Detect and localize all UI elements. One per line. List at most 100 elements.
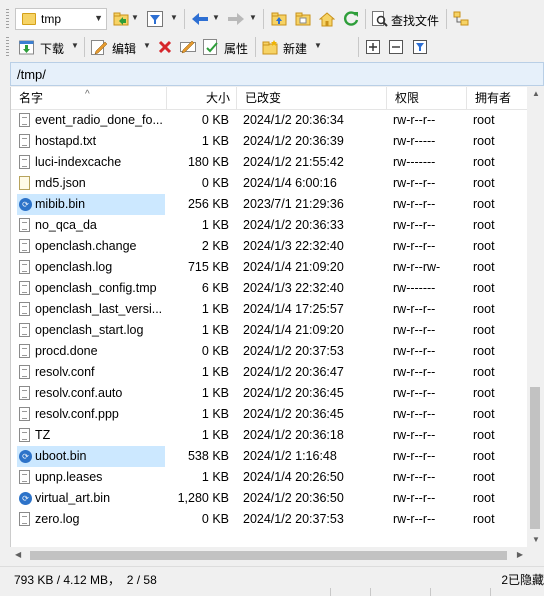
horizontal-scrollbar[interactable]: ◀ ▶ — [10, 547, 527, 564]
column-header-size[interactable]: 大小 — [167, 87, 237, 110]
file-size: 538 KB — [187, 449, 229, 463]
chevron-down-icon[interactable]: ▼ — [143, 41, 151, 50]
file-owner: root — [473, 365, 495, 379]
vertical-scrollbar[interactable]: ▲ ▼ — [527, 87, 544, 547]
scroll-up-icon[interactable]: ▲ — [532, 89, 540, 98]
file-permissions: rw-r--r-- — [393, 239, 436, 253]
rename-icon[interactable] — [179, 38, 197, 56]
file-name: no_qca_da — [17, 215, 165, 236]
column-header-modified[interactable]: 已改变 — [237, 87, 387, 110]
file-row[interactable]: no_qca_da 1 KB 2024/1/2 20:36:33 rw-r--r-- r… — [11, 215, 528, 236]
chevron-down-icon[interactable]: ▼ — [212, 13, 220, 22]
text-file-icon — [19, 113, 30, 127]
edit-button[interactable]: 编辑 — [112, 40, 136, 57]
refresh-icon[interactable] — [342, 10, 360, 28]
file-size: 715 KB — [187, 260, 229, 274]
select-minus-icon[interactable] — [387, 38, 405, 56]
file-name: event_radio_done_fo... — [17, 110, 165, 131]
text-file-icon — [19, 239, 30, 253]
current-path: /tmp/ — [17, 67, 46, 82]
properties-button[interactable]: 属性 — [224, 40, 248, 57]
file-name: openclash_start.log — [17, 320, 165, 341]
file-permissions: rw-r--r-- — [393, 218, 436, 232]
file-row[interactable]: TZ 1 KB 2024/1/2 20:36:18 rw-r--r-- root — [11, 425, 528, 446]
find-files-icon[interactable] — [371, 10, 389, 28]
new-folder-icon[interactable] — [261, 38, 279, 56]
file-row[interactable]: ⟳ uboot.bin 538 KB 2024/1/2 1:16:48 rw-r--r-… — [11, 446, 528, 467]
file-modified: 2024/1/2 20:36:34 — [243, 113, 344, 127]
file-owner: root — [473, 260, 495, 274]
file-name: ⟳ virtual_art.bin — [17, 488, 165, 509]
toolbar-grip[interactable] — [6, 9, 9, 29]
column-header-permissions[interactable]: 权限 — [387, 87, 467, 110]
file-permissions: rw-r--r-- — [393, 449, 436, 463]
file-row[interactable]: md5.json 0 KB 2024/1/4 6:00:16 rw-r--r-- roo… — [11, 173, 528, 194]
download-icon[interactable] — [18, 38, 36, 56]
file-row[interactable]: resolv.conf 1 KB 2024/1/2 20:36:47 rw-r--r-… — [11, 362, 528, 383]
file-row[interactable]: procd.done 0 KB 2024/1/2 20:37:53 rw-r--r--… — [11, 341, 528, 362]
file-row[interactable]: openclash_last_versi... 1 KB 2024/1/4 17:2… — [11, 299, 528, 320]
file-row[interactable]: upnp.leases 1 KB 2024/1/4 20:26:50 rw-r--r-… — [11, 467, 528, 488]
file-row[interactable]: resolv.conf.ppp 1 KB 2024/1/2 20:36:45 rw-r… — [11, 404, 528, 425]
delete-icon[interactable] — [156, 38, 174, 56]
select-filter-icon[interactable] — [411, 38, 429, 56]
find-files-button[interactable]: 查找文件 — [391, 12, 439, 29]
bottom-status-strip — [0, 588, 544, 596]
file-row[interactable]: openclash.change 2 KB 2024/1/3 22:32:40 rw-… — [11, 236, 528, 257]
scroll-down-icon[interactable]: ▼ — [532, 535, 540, 544]
filter-icon[interactable] — [146, 10, 164, 28]
properties-icon[interactable] — [202, 38, 220, 56]
file-owner: root — [473, 197, 495, 211]
chevron-down-icon[interactable]: ▼ — [314, 41, 322, 50]
file-row[interactable]: luci-indexcache 180 KB 2024/1/2 21:55:42 rw… — [11, 152, 528, 173]
parent-folder-icon[interactable] — [270, 10, 288, 28]
select-plus-icon[interactable] — [364, 38, 382, 56]
file-row[interactable]: openclash_config.tmp 6 KB 2024/1/3 22:32:4… — [11, 278, 528, 299]
download-button[interactable]: 下载 — [40, 40, 64, 57]
chevron-down-icon[interactable]: ▼ — [131, 13, 139, 22]
file-modified: 2024/1/2 20:36:47 — [243, 365, 344, 379]
file-modified: 2024/1/2 1:16:48 — [243, 449, 337, 463]
back-arrow-icon[interactable] — [191, 10, 209, 28]
vertical-scroll-thumb[interactable] — [530, 387, 540, 529]
column-header-owner[interactable]: 拥有者 — [467, 87, 528, 110]
root-folder-icon[interactable] — [294, 10, 312, 28]
file-row[interactable]: ⟳ virtual_art.bin 1,280 KB 2024/1/2 20:36:5… — [11, 488, 528, 509]
open-folder-icon[interactable] — [112, 10, 130, 28]
file-permissions: rw-r--r-- — [393, 113, 436, 127]
file-row[interactable]: event_radio_done_fo... 0 KB 2024/1/2 20:36… — [11, 110, 528, 131]
file-modified: 2024/1/3 22:32:40 — [243, 239, 344, 253]
new-button[interactable]: 新建 — [283, 40, 307, 57]
horizontal-scroll-thumb[interactable] — [30, 551, 507, 560]
current-path-bar[interactable]: /tmp/ — [10, 62, 544, 86]
file-permissions: rw-r--rw- — [393, 260, 441, 274]
home-icon[interactable] — [318, 10, 336, 28]
file-size: 1,280 KB — [177, 491, 229, 505]
scroll-right-icon[interactable]: ▶ — [517, 550, 523, 559]
forward-arrow-icon[interactable] — [227, 10, 245, 28]
file-row[interactable]: openclash_start.log 1 KB 2024/1/4 21:09:20… — [11, 320, 528, 341]
scroll-left-icon[interactable]: ◀ — [15, 550, 21, 559]
toolbar-grip[interactable] — [6, 37, 9, 57]
column-header-name[interactable]: ^ 名字 — [11, 87, 167, 110]
file-row[interactable]: hostapd.txt 1 KB 2024/1/2 20:36:39 rw-r----… — [11, 131, 528, 152]
file-owner: root — [473, 218, 495, 232]
chevron-down-icon[interactable]: ▼ — [71, 41, 79, 50]
file-owner: root — [473, 323, 495, 337]
file-row[interactable]: openclash.log 715 KB 2024/1/4 21:09:20 rw-r… — [11, 257, 528, 278]
file-row[interactable]: ⟳ mibib.bin 256 KB 2023/7/1 21:29:36 rw-r--r… — [11, 194, 528, 215]
file-owner: root — [473, 113, 495, 127]
file-owner: root — [473, 239, 495, 253]
chevron-down-icon[interactable]: ▼ — [94, 13, 103, 23]
file-row[interactable]: resolv.conf.auto 1 KB 2024/1/2 20:36:45 rw-… — [11, 383, 528, 404]
file-size: 0 KB — [201, 176, 229, 190]
file-owner: root — [473, 470, 495, 484]
path-combo[interactable]: tmp ▼ — [15, 8, 107, 30]
file-name: upnp.leases — [17, 467, 165, 488]
file-row[interactable]: zero.log 0 KB 2024/1/2 20:37:53 rw-r--r-- ro… — [11, 509, 528, 530]
chevron-down-icon[interactable]: ▼ — [170, 13, 178, 22]
tree-view-icon[interactable] — [452, 10, 470, 28]
edit-icon[interactable] — [90, 38, 108, 56]
chevron-down-icon[interactable]: ▼ — [249, 13, 257, 22]
file-size: 1 KB — [201, 365, 229, 379]
